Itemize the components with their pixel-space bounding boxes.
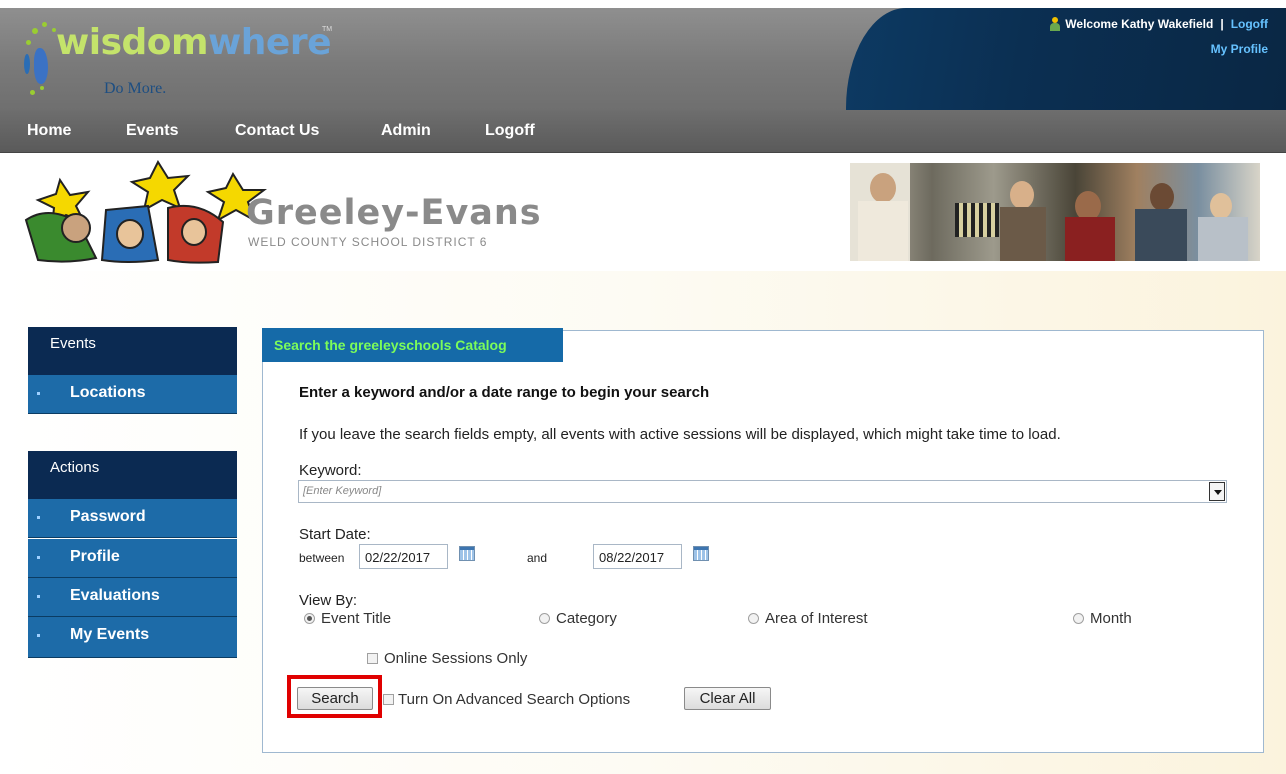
welcome-text: Welcome Kathy Wakefield <box>1065 17 1214 31</box>
radio-label-category: Category <box>556 610 617 627</box>
between-label: between <box>299 551 345 565</box>
advanced-options-label: Turn On Advanced Search Options <box>398 691 631 708</box>
sidebar-item-profile[interactable]: Profile <box>28 539 237 578</box>
sidebar-item-my-events[interactable]: My Events <box>28 617 237 658</box>
start-date-label: Start Date: <box>299 526 371 543</box>
keyword-dropdown-icon[interactable] <box>1209 482 1225 501</box>
welcome-bar: Welcome Kathy Wakefield | Logoff <box>1049 17 1268 31</box>
end-date-input[interactable]: 08/22/2017 <box>593 544 682 569</box>
radio-label-area-of-interest: Area of Interest <box>765 610 868 627</box>
wisdomwhere-logo: wisdomwhere TM Do More. <box>20 14 350 104</box>
nav-item-contact-us[interactable]: Contact Us <box>235 122 319 140</box>
radio-label-month: Month <box>1090 610 1132 627</box>
radio-label-event-title: Event Title <box>321 610 392 627</box>
classroom-photo <box>850 163 1260 261</box>
radio-area-of-interest[interactable] <box>748 613 759 624</box>
my-profile-link[interactable]: My Profile <box>1211 42 1268 56</box>
logo-wordmark: wisdomwhere <box>56 22 332 63</box>
radio-category[interactable] <box>539 613 550 624</box>
logo-tagline: Do More. <box>104 80 167 97</box>
district-banner: Greeley-Evans WELD COUNTY SCHOOL DISTRIC… <box>0 153 1286 271</box>
logo-trademark: TM <box>322 26 333 33</box>
main-nav: Home Events Contact Us Admin Logoff <box>0 110 1286 153</box>
sidebar-events-header: Events <box>28 327 237 375</box>
search-button[interactable]: Search <box>297 687 373 710</box>
radio-month[interactable] <box>1073 613 1084 624</box>
welcome-separator: | <box>1220 17 1224 31</box>
header-logoff-link[interactable]: Logoff <box>1231 17 1268 31</box>
start-calendar-icon[interactable] <box>459 546 475 561</box>
keyword-label: Keyword: <box>299 462 362 479</box>
keyword-placeholder: [Enter Keyword] <box>303 485 382 497</box>
search-panel-tab: Search the greeleyschools Catalog <box>262 328 563 362</box>
sidebar-item-evaluations[interactable]: Evaluations <box>28 578 237 617</box>
keyword-input[interactable]: [Enter Keyword] <box>298 480 1227 503</box>
sidebar-actions-header: Actions <box>28 451 237 499</box>
nav-item-admin[interactable]: Admin <box>381 122 431 140</box>
district-name: Greeley-Evans <box>246 193 542 233</box>
user-icon <box>1049 17 1061 31</box>
search-heading: Enter a keyword and/or a date range to b… <box>299 384 710 401</box>
nav-item-home[interactable]: Home <box>27 122 71 140</box>
start-date-input[interactable]: 02/22/2017 <box>359 544 448 569</box>
online-only-label: Online Sessions Only <box>384 650 528 667</box>
search-help-text: If you leave the search fields empty, al… <box>299 426 1061 443</box>
online-only-checkbox[interactable] <box>367 653 378 664</box>
view-by-label: View By: <box>299 592 358 609</box>
advanced-options-checkbox[interactable] <box>383 694 394 705</box>
clear-all-button[interactable]: Clear All <box>684 687 771 710</box>
sidebar-item-locations[interactable]: Locations <box>28 375 237 414</box>
district-subtitle: WELD COUNTY SCHOOL DISTRICT 6 <box>248 235 488 249</box>
nav-item-logoff[interactable]: Logoff <box>485 122 535 140</box>
and-label: and <box>527 551 548 565</box>
radio-event-title[interactable] <box>304 613 315 624</box>
sidebar-item-password[interactable]: Password <box>28 499 237 538</box>
nav-item-events[interactable]: Events <box>126 122 178 140</box>
end-calendar-icon[interactable] <box>693 546 709 561</box>
